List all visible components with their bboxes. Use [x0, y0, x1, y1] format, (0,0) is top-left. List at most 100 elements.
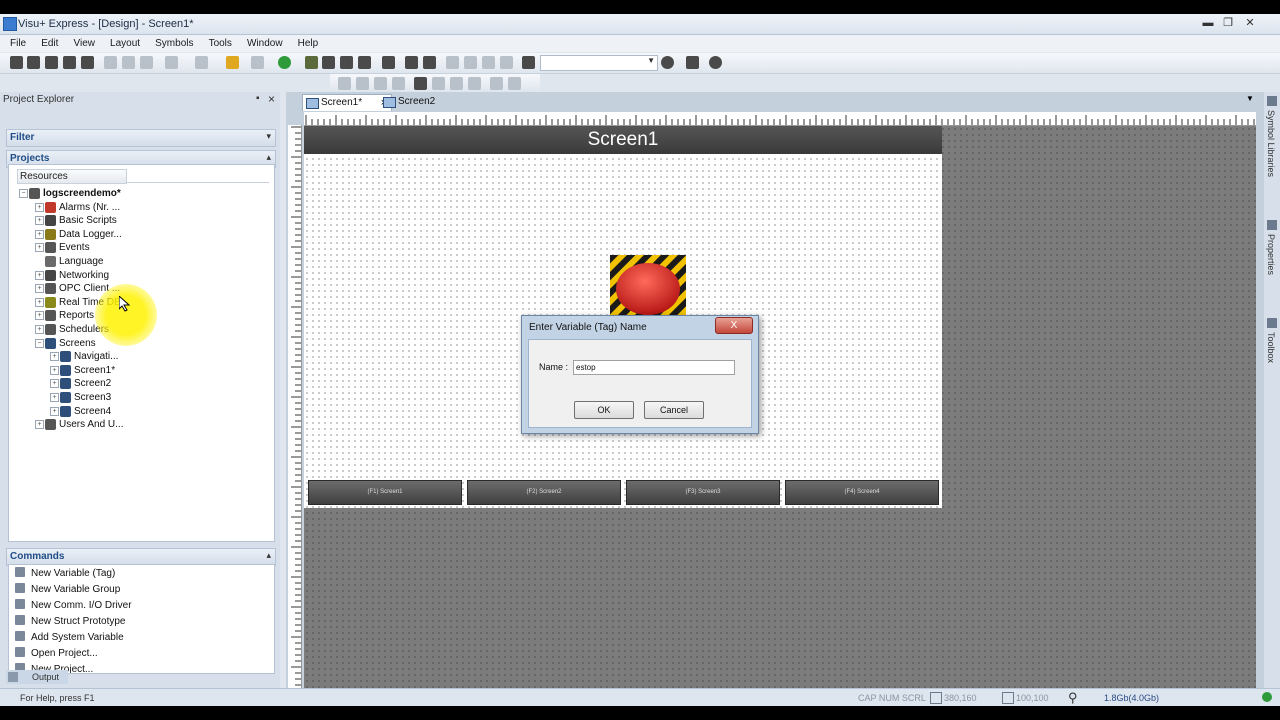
tree-item[interactable]: + Basic Scripts: [9, 214, 269, 227]
command-item[interactable]: New Comm. I/O Driver: [15, 599, 132, 613]
properties-tab[interactable]: Properties: [1266, 234, 1276, 275]
command-item[interactable]: New Variable Group: [15, 583, 120, 597]
tool-icon-f[interactable]: [423, 56, 436, 69]
tool-icon-g[interactable]: [446, 56, 459, 69]
align-icon-c[interactable]: [374, 77, 387, 90]
close-icon[interactable]: ×: [268, 92, 275, 106]
search-combo[interactable]: ▼: [540, 55, 658, 71]
redo-icon[interactable]: [195, 56, 208, 69]
resources-header[interactable]: Resources: [17, 169, 127, 184]
tag-icon[interactable]: [226, 56, 239, 69]
search-icon[interactable]: [661, 56, 674, 69]
pin-icon[interactable]: ▪: [256, 93, 260, 104]
expand-icon[interactable]: +: [50, 393, 59, 402]
name-input[interactable]: estop: [573, 360, 735, 375]
menu-layout[interactable]: Layout: [110, 35, 140, 52]
align-icon-i[interactable]: [490, 77, 503, 90]
expand-icon[interactable]: +: [50, 352, 59, 362]
menu-window[interactable]: Window: [247, 35, 283, 52]
maximize-button[interactable]: ❐: [1218, 16, 1238, 30]
tool-icon-i[interactable]: [482, 56, 495, 69]
expand-icon[interactable]: +: [35, 270, 44, 280]
nav-button-screen2[interactable]: (F2) Screen2: [467, 480, 621, 505]
dialog-close-button[interactable]: X: [715, 317, 753, 334]
toolbox-tab[interactable]: Toolbox: [1266, 332, 1276, 363]
command-item[interactable]: Open Project...: [15, 647, 98, 661]
collapse-icon[interactable]: −: [35, 338, 44, 348]
expand-icon[interactable]: +: [35, 216, 44, 226]
menu-file[interactable]: File: [10, 35, 26, 52]
tree-item[interactable]: + Screen4: [9, 405, 269, 418]
estop-button-symbol[interactable]: [610, 255, 686, 315]
tree-item[interactable]: + Navigati...: [9, 350, 269, 363]
command-item[interactable]: New Struct Prototype: [15, 615, 125, 629]
cut-icon[interactable]: [104, 56, 117, 69]
command-item[interactable]: New Variable (Tag): [15, 567, 115, 581]
tree-item[interactable]: + Users And U...: [9, 418, 269, 431]
output-tab[interactable]: Output: [6, 670, 68, 684]
align-icon-b[interactable]: [356, 77, 369, 90]
print-icon[interactable]: [81, 56, 94, 69]
filter-section[interactable]: Filter ▾: [6, 129, 276, 147]
tool-icon-b[interactable]: [340, 56, 353, 69]
expand-icon[interactable]: +: [35, 325, 44, 334]
expand-icon[interactable]: +: [35, 229, 44, 239]
menu-edit[interactable]: Edit: [41, 35, 58, 52]
tool-icon-h[interactable]: [464, 56, 477, 69]
tool-icon-c[interactable]: [358, 56, 371, 69]
expand-icon[interactable]: +: [50, 379, 59, 389]
minimize-button[interactable]: ▬: [1198, 16, 1218, 30]
cancel-button[interactable]: Cancel: [644, 401, 704, 419]
tool-icon-e[interactable]: [405, 56, 418, 69]
align-icon-a[interactable]: [338, 77, 351, 90]
expand-icon[interactable]: +: [50, 365, 59, 375]
tab-screen1[interactable]: Screen1* ×: [302, 94, 392, 111]
tool-icon-a[interactable]: [322, 56, 335, 69]
menu-symbols[interactable]: Symbols: [155, 35, 193, 52]
align-icon-j[interactable]: [508, 77, 521, 90]
printer-icon[interactable]: [686, 56, 699, 69]
chevron-down-icon[interactable]: ▼: [1246, 94, 1254, 103]
expand-icon[interactable]: +: [35, 284, 44, 294]
symbol-libraries-icon[interactable]: [1267, 96, 1277, 106]
align-icon-f[interactable]: [432, 77, 445, 90]
design-canvas[interactable]: Screen1 (F1) Screen1 (F2) Screen2 (F3) S…: [304, 126, 1256, 698]
help-icon[interactable]: [709, 56, 722, 69]
toolbox-icon[interactable]: [1267, 318, 1277, 328]
expand-icon[interactable]: +: [35, 243, 44, 253]
tree-item[interactable]: + Events: [9, 241, 269, 254]
nav-button-screen3[interactable]: (F3) Screen3: [626, 480, 780, 505]
tree-item[interactable]: + Alarms (Nr. ...: [9, 201, 269, 214]
save-all-icon[interactable]: [63, 56, 76, 69]
close-window-button[interactable]: ✕: [1240, 16, 1260, 30]
save-icon[interactable]: [45, 56, 58, 69]
ok-button[interactable]: OK: [574, 401, 634, 419]
open-icon[interactable]: [27, 56, 40, 69]
nav-button-screen4[interactable]: (F4) Screen4: [785, 480, 939, 505]
tree-item[interactable]: + Networking: [9, 269, 269, 282]
expand-icon[interactable]: +: [35, 311, 44, 321]
tree-item[interactable]: + Screen3: [9, 391, 269, 404]
align-icon-d[interactable]: [392, 77, 405, 90]
tool-icon-j[interactable]: [500, 56, 513, 69]
tab-screen2[interactable]: Screen2: [380, 94, 448, 110]
nav-button-screen1[interactable]: (F1) Screen1: [308, 480, 462, 505]
copy-icon[interactable]: [122, 56, 135, 69]
symbol-libraries-tab[interactable]: Symbol Libraries: [1266, 110, 1276, 177]
tree-item[interactable]: + Screen1*: [9, 364, 269, 377]
tool-icon-d[interactable]: [382, 56, 395, 69]
tree-item[interactable]: + Screen2: [9, 377, 269, 390]
command-item[interactable]: Add System Variable: [15, 631, 124, 645]
screen-title[interactable]: Screen1: [304, 126, 942, 154]
align-icon-e[interactable]: [414, 77, 427, 90]
tree-item[interactable]: Language: [9, 255, 269, 268]
grid-icon[interactable]: [251, 56, 264, 69]
tree-item[interactable]: + Data Logger...: [9, 228, 269, 241]
menu-tools[interactable]: Tools: [209, 35, 232, 52]
properties-icon[interactable]: [1267, 220, 1277, 230]
menu-view[interactable]: View: [73, 35, 95, 52]
undo-icon[interactable]: [165, 56, 178, 69]
tree-item[interactable]: − logscreendemo*: [9, 187, 269, 200]
align-icon-g[interactable]: [450, 77, 463, 90]
expand-icon[interactable]: +: [35, 420, 44, 430]
